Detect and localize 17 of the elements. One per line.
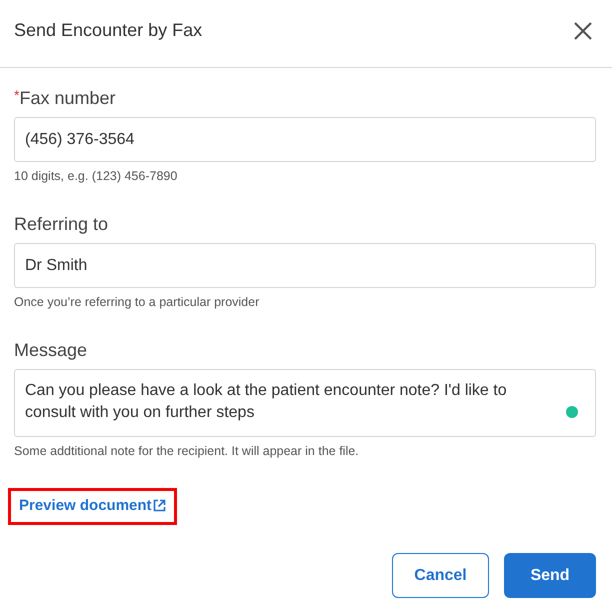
- field-hint: Some addtitional note for the recipient. It will appear in the file.: [14, 444, 360, 458]
- field-label: Message: [14, 339, 88, 361]
- message-field[interactable]: Can you please have a look at the patient encounter note? I'd like to consult with you on further steps: [14, 369, 596, 437]
- input-field[interactable]: Dr Smith: [14, 243, 596, 288]
- required-mark: *: [14, 87, 20, 103]
- preview-link[interactable]: Preview document: [19, 497, 166, 514]
- field-label: Referring to: [14, 213, 108, 235]
- field-hint: Once you’re referring to a particular provider: [14, 295, 260, 309]
- external-link-icon: [152, 499, 166, 512]
- status-dot-icon: [566, 406, 578, 418]
- dialog-title: Send Encounter by Fax: [14, 20, 202, 41]
- field-label: Fax number: [19, 87, 116, 109]
- field-hint: 10 digits, e.g. (123) 456-7890: [14, 169, 178, 183]
- send-button[interactable]: Send: [504, 553, 596, 598]
- close-icon[interactable]: [573, 20, 593, 40]
- input-field[interactable]: (456) 376-3564: [14, 117, 596, 162]
- cancel-button[interactable]: Cancel: [392, 553, 489, 598]
